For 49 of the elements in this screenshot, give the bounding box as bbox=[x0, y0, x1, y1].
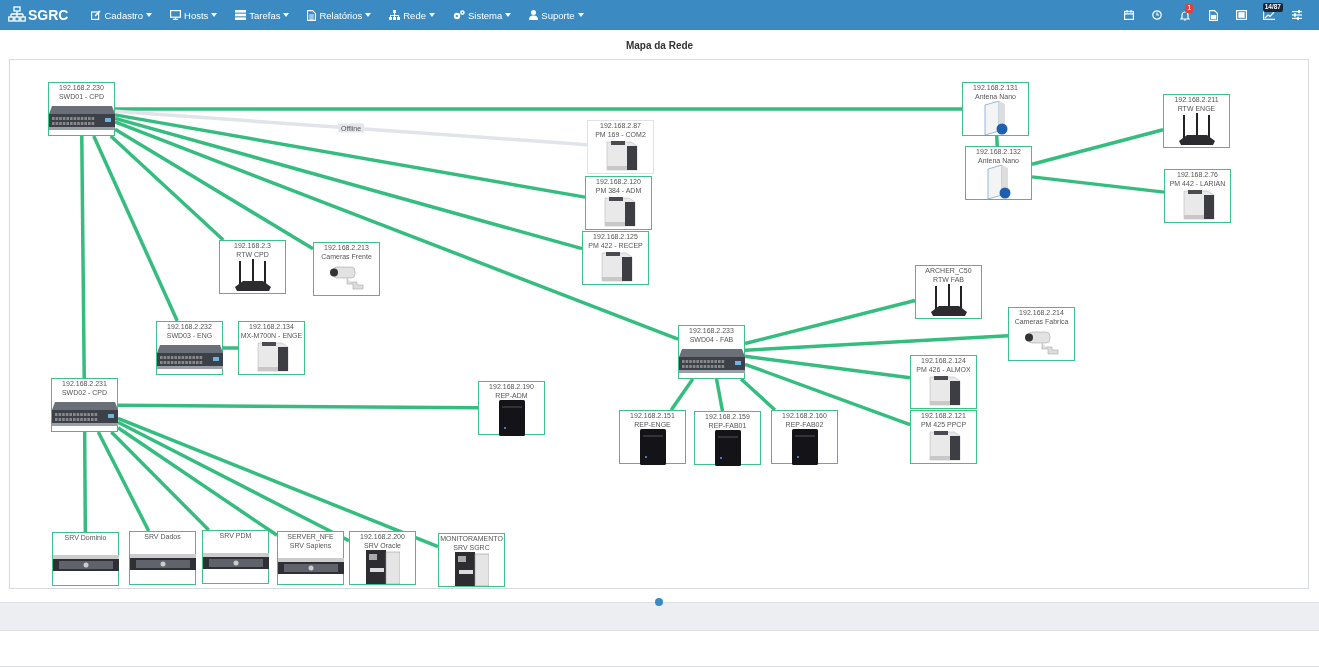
calendar-icon bbox=[1124, 10, 1134, 20]
nas-icon bbox=[498, 400, 525, 436]
switch-icon bbox=[678, 349, 745, 373]
nas-icon bbox=[791, 429, 818, 465]
page-title: Mapa da Rede bbox=[624, 40, 695, 51]
bell-icon bbox=[1180, 9, 1190, 21]
network-icon bbox=[8, 6, 26, 24]
app-logo[interactable]: SGRC bbox=[28, 7, 69, 23]
file-icon bbox=[307, 9, 317, 21]
nav-menu[interactable]: Hosts bbox=[161, 5, 227, 25]
user-icon bbox=[529, 10, 539, 20]
label-printer-icon bbox=[454, 552, 489, 586]
router-icon bbox=[232, 259, 273, 293]
caret-icon bbox=[211, 13, 218, 17]
sliders-icon bbox=[1292, 10, 1302, 20]
server-icon bbox=[277, 558, 344, 576]
document-icon bbox=[1208, 9, 1218, 21]
nav-menu[interactable]: Relatórios bbox=[298, 5, 381, 25]
label-printer-icon bbox=[365, 550, 400, 584]
switch-icon bbox=[51, 402, 118, 426]
expand-icon bbox=[1235, 10, 1247, 20]
caret-icon bbox=[283, 13, 290, 17]
caret-icon bbox=[146, 13, 152, 17]
caret-icon bbox=[428, 13, 435, 17]
monitor-icon bbox=[170, 10, 181, 20]
sitemap-icon bbox=[389, 10, 401, 20]
nas-icon bbox=[639, 429, 666, 465]
nav-menu[interactable]: Cadastro bbox=[82, 5, 161, 25]
router-icon bbox=[1176, 113, 1217, 147]
tasks-icon bbox=[235, 10, 247, 20]
router-icon bbox=[928, 284, 969, 318]
edit-icon bbox=[91, 10, 102, 20]
caret-icon bbox=[505, 13, 512, 17]
nas-icon bbox=[714, 430, 741, 466]
chart-icon bbox=[1263, 10, 1275, 20]
server-icon bbox=[202, 552, 269, 571]
switch-icon bbox=[48, 106, 115, 130]
nav-menu[interactable]: Sistema bbox=[443, 5, 521, 25]
handle-dot[interactable] bbox=[655, 598, 663, 606]
clock-icon bbox=[1152, 10, 1162, 20]
caret-icon bbox=[577, 13, 584, 17]
nav-menu[interactable]: Suporte bbox=[520, 5, 593, 25]
server-icon bbox=[52, 554, 119, 573]
server-icon bbox=[129, 553, 196, 572]
nav-menu[interactable]: Tarefas bbox=[226, 5, 299, 25]
caret-icon bbox=[365, 13, 372, 17]
gears-icon bbox=[452, 10, 465, 20]
switch-icon bbox=[156, 345, 223, 369]
nav-menu[interactable]: Rede bbox=[380, 5, 444, 25]
